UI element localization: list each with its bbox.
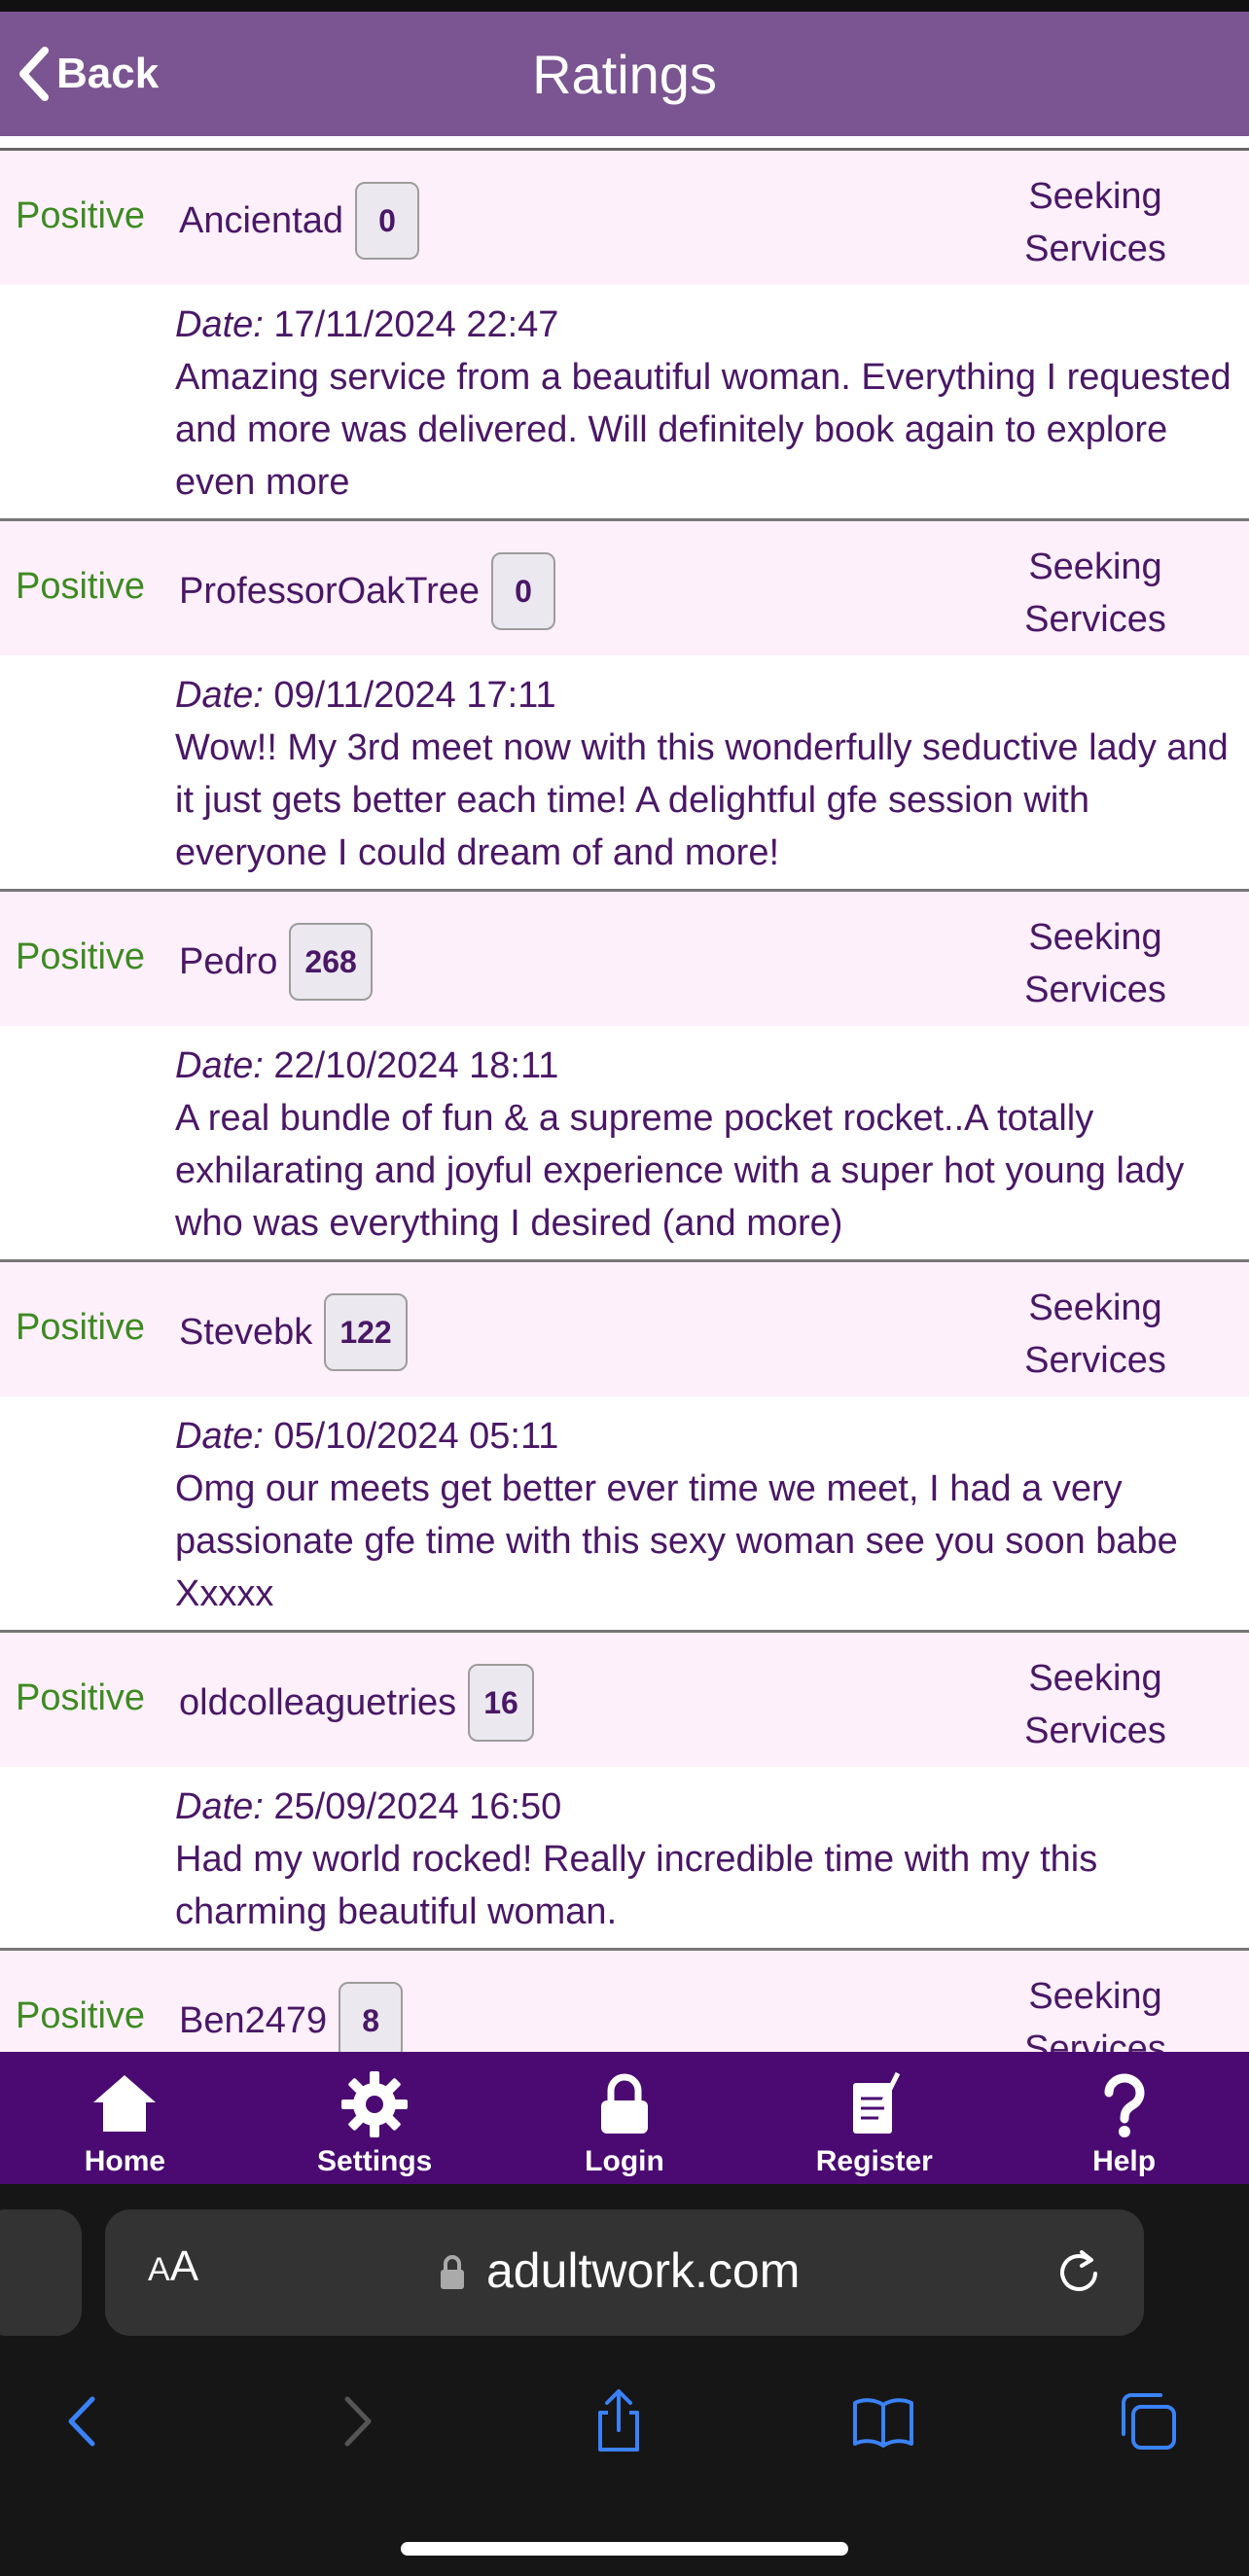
status-bar: [0, 0, 1249, 12]
rating-category: Seeking Services: [1024, 1288, 1166, 1381]
rating-item: Positive Ancientad 0 Seeking Services Da…: [0, 151, 1249, 521]
rating-header: Positive ProfessorOakTree 0 Seeking Serv…: [0, 521, 1249, 655]
rating-date: Date: 25/09/2024 16:50: [175, 1786, 562, 1827]
rating-text: Had my world rocked! Really incredible t…: [175, 1839, 1098, 1932]
bookmarks-icon: [853, 2398, 913, 2448]
rating-item: Positive Pedro 268 Seeking Services Date…: [0, 892, 1249, 1262]
lock-icon: [441, 2255, 464, 2289]
rating-type: Positive: [16, 1677, 146, 1718]
user-score-badge[interactable]: 0: [355, 182, 420, 260]
rating-item: Positive Ben2479 8 Seeking Services: [0, 1951, 1249, 2052]
rating-body: Date: 22/10/2024 18:11 A real bundle of …: [0, 1026, 1249, 1259]
header-bar: Back Ratings: [0, 12, 1249, 136]
bookmarks-button[interactable]: [844, 2382, 922, 2460]
rating-item: Positive Stevebk 122 Seeking Services Da…: [0, 1262, 1249, 1633]
user-score-badge[interactable]: 122: [324, 1293, 408, 1371]
tabs-button[interactable]: [1109, 2382, 1187, 2460]
rating-username[interactable]: oldcolleaguetries: [179, 1682, 456, 1724]
user-score-badge[interactable]: 0: [491, 552, 556, 630]
rating-header: Positive oldcolleaguetries 16 Seeking Se…: [0, 1633, 1249, 1767]
url-text: adultwork.com: [486, 2243, 801, 2298]
reload-icon[interactable]: [1053, 2246, 1105, 2299]
rating-category: Seeking Services: [1024, 1976, 1166, 2052]
rating-category: Seeking Services: [1024, 1658, 1166, 1751]
lock-icon: [589, 2065, 660, 2143]
browser-back-button[interactable]: [45, 2382, 123, 2460]
rating-username[interactable]: Pedro: [179, 941, 277, 983]
rating-type: Positive: [16, 1995, 146, 2036]
address-bar[interactable]: AA adultwork.com: [105, 2209, 1144, 2336]
ratings-list[interactable]: Positive Ancientad 0 Seeking Services Da…: [0, 148, 1249, 2052]
rating-category: Seeking Services: [1024, 176, 1166, 269]
rating-date: Date: 17/11/2024 22:47: [175, 304, 559, 345]
page-title: Ratings: [532, 44, 717, 105]
rating-category: Seeking Services: [1024, 917, 1166, 1010]
tab-home[interactable]: Home: [0, 2052, 250, 2184]
tab-help[interactable]: Help: [999, 2052, 1249, 2184]
rating-item: Positive ProfessorOakTree 0 Seeking Serv…: [0, 521, 1249, 892]
rating-date: Date: 05/10/2024 05:11: [175, 1416, 559, 1457]
help-icon: [1089, 2065, 1160, 2143]
rating-body: Date: 05/10/2024 05:11 Omg our meets get…: [0, 1396, 1249, 1630]
browser-chrome: AA adultwork.com: [0, 2184, 1249, 2576]
browser-toolbar: [0, 2367, 1249, 2474]
rating-type: Positive: [16, 936, 146, 977]
share-icon: [598, 2389, 639, 2452]
register-icon: [839, 2065, 910, 2143]
share-button[interactable]: [580, 2382, 658, 2460]
rating-body: Date: 25/09/2024 16:50 Had my world rock…: [0, 1767, 1249, 1948]
rating-type: Positive: [16, 195, 146, 236]
rating-header: Positive Ben2479 8 Seeking Services: [0, 1951, 1249, 2052]
rating-category: Seeking Services: [1024, 547, 1166, 640]
user-score-badge[interactable]: 8: [339, 1982, 404, 2052]
rating-header: Positive Pedro 268 Seeking Services: [0, 892, 1249, 1026]
tab-register[interactable]: Register: [749, 2052, 999, 2184]
rating-text: Amazing service from a beautiful woman. …: [175, 357, 1231, 503]
browser-forward-button[interactable]: [317, 2382, 395, 2460]
rating-username[interactable]: Stevebk: [179, 1312, 312, 1354]
bottom-tab-bar: Home Settings Login Register Help: [0, 2052, 1249, 2184]
rating-username[interactable]: Ancientad: [179, 200, 343, 242]
rating-header: Positive Ancientad 0 Seeking Services: [0, 151, 1249, 285]
tab-settings[interactable]: Settings: [250, 2052, 500, 2184]
rating-date: Date: 22/10/2024 18:11: [175, 1045, 559, 1086]
rating-item: Positive oldcolleaguetries 16 Seeking Se…: [0, 1633, 1249, 1951]
user-score-badge[interactable]: 16: [468, 1664, 534, 1742]
rating-header: Positive Stevebk 122 Seeking Services: [0, 1262, 1249, 1396]
tabs-icon: [1122, 2393, 1176, 2450]
rating-text: A real bundle of fun & a supreme pocket …: [175, 1098, 1185, 1244]
rating-type: Positive: [16, 1307, 146, 1348]
chevron-left-icon: [68, 2396, 95, 2447]
rating-text: Omg our meets get better ever time we me…: [175, 1468, 1178, 1614]
user-score-badge[interactable]: 268: [289, 923, 373, 1001]
home-icon: [89, 2065, 160, 2143]
text-size-button[interactable]: AA: [148, 2242, 198, 2291]
rating-body: Date: 09/11/2024 17:11 Wow!! My 3rd meet…: [0, 655, 1249, 889]
previous-tab-preview[interactable]: [0, 2209, 82, 2336]
rating-username[interactable]: Ben2479: [179, 2000, 327, 2042]
tab-login[interactable]: Login: [500, 2052, 750, 2184]
gear-icon: [339, 2065, 410, 2143]
rating-body: Date: 17/11/2024 22:47 Amazing service f…: [0, 285, 1249, 518]
rating-text: Wow!! My 3rd meet now with this wonderfu…: [175, 727, 1229, 873]
rating-username[interactable]: ProfessorOakTree: [179, 571, 480, 613]
rating-type: Positive: [16, 566, 146, 607]
home-indicator: [401, 2542, 848, 2556]
chevron-right-icon: [344, 2396, 372, 2447]
rating-date: Date: 09/11/2024 17:11: [175, 675, 556, 716]
